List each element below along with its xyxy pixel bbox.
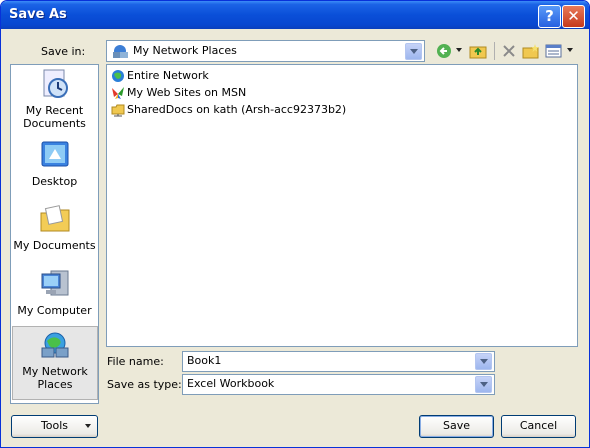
place-label: My Documents xyxy=(13,239,96,252)
back-icon[interactable] xyxy=(436,43,454,59)
my-documents-icon xyxy=(40,205,69,232)
views-icon[interactable] xyxy=(545,43,563,59)
place-my-documents[interactable]: My Documents xyxy=(11,203,98,252)
back-dropdown-icon[interactable] xyxy=(456,48,462,53)
place-desktop[interactable]: Desktop xyxy=(11,139,98,188)
list-item[interactable]: SharedDocs on kath (Arsh-acc92373b2) xyxy=(111,102,346,118)
save-in-dropdown[interactable]: My Network Places xyxy=(106,40,425,62)
tools-label: Tools xyxy=(40,419,69,432)
chevron-down-icon xyxy=(85,424,91,428)
file-name: Entire Network xyxy=(127,69,209,82)
save-button[interactable]: Save xyxy=(419,415,494,438)
help-button[interactable]: ? xyxy=(538,5,561,28)
cancel-label: Cancel xyxy=(519,419,558,432)
desktop-icon xyxy=(41,141,68,167)
close-button[interactable]: ✕ xyxy=(562,5,585,28)
place-my-recent-documents[interactable]: My Recent Documents xyxy=(11,68,98,130)
tools-button[interactable]: Tools xyxy=(11,415,98,438)
places-bar: My Recent Documents Desktop My Documents xyxy=(10,64,99,404)
new-folder-icon[interactable] xyxy=(522,43,540,59)
chevron-down-icon[interactable] xyxy=(405,43,422,60)
network-places-icon xyxy=(113,45,128,58)
place-label: Places xyxy=(37,378,73,391)
up-folder-icon[interactable] xyxy=(469,43,487,59)
list-item[interactable]: My Web Sites on MSN xyxy=(111,85,246,101)
save-as-type-label: Save as type: xyxy=(107,378,182,391)
place-label: My Recent xyxy=(25,104,84,117)
file-list[interactable]: Entire Network My Web Sites on MSN Share… xyxy=(106,64,578,347)
globe-icon xyxy=(112,70,124,82)
place-label: Desktop xyxy=(31,175,78,188)
views-dropdown-icon[interactable] xyxy=(567,48,573,53)
cancel-button[interactable]: Cancel xyxy=(501,415,576,438)
my-computer-icon xyxy=(41,270,68,296)
save-as-dialog: Save As ? ✕ Save in: My Network Places M… xyxy=(0,0,590,448)
title-bar[interactable]: Save As ? ✕ xyxy=(1,1,589,29)
place-my-computer[interactable]: My Computer xyxy=(11,268,98,317)
network-folder-icon xyxy=(111,104,125,117)
save-in-label: Save in: xyxy=(41,45,86,58)
place-label: Documents xyxy=(23,117,86,130)
file-name-value: Book1 xyxy=(187,354,222,367)
toolbar-separator xyxy=(494,42,495,60)
save-as-type-dropdown[interactable]: Excel Workbook xyxy=(182,374,495,395)
list-item[interactable]: Entire Network xyxy=(111,68,209,84)
file-name-field[interactable]: Book1 xyxy=(182,351,495,372)
save-label: Save xyxy=(442,419,470,432)
place-label: My Network xyxy=(22,365,88,378)
chevron-down-icon[interactable] xyxy=(475,353,492,370)
save-in-value: My Network Places xyxy=(133,44,237,57)
network-places-icon xyxy=(41,332,69,358)
file-name-label: File name: xyxy=(107,355,164,368)
recent-documents-icon xyxy=(43,69,68,98)
msn-butterfly-icon xyxy=(112,87,124,99)
file-name: SharedDocs on kath (Arsh-acc92373b2) xyxy=(127,103,347,116)
delete-icon[interactable] xyxy=(501,43,517,59)
place-my-network-places[interactable]: My Network Places xyxy=(12,326,98,400)
place-label: My Computer xyxy=(17,304,92,317)
window-title: Save As xyxy=(9,7,67,22)
file-name: My Web Sites on MSN xyxy=(127,86,247,99)
save-as-type-value: Excel Workbook xyxy=(187,377,275,390)
chevron-down-icon[interactable] xyxy=(475,376,492,393)
